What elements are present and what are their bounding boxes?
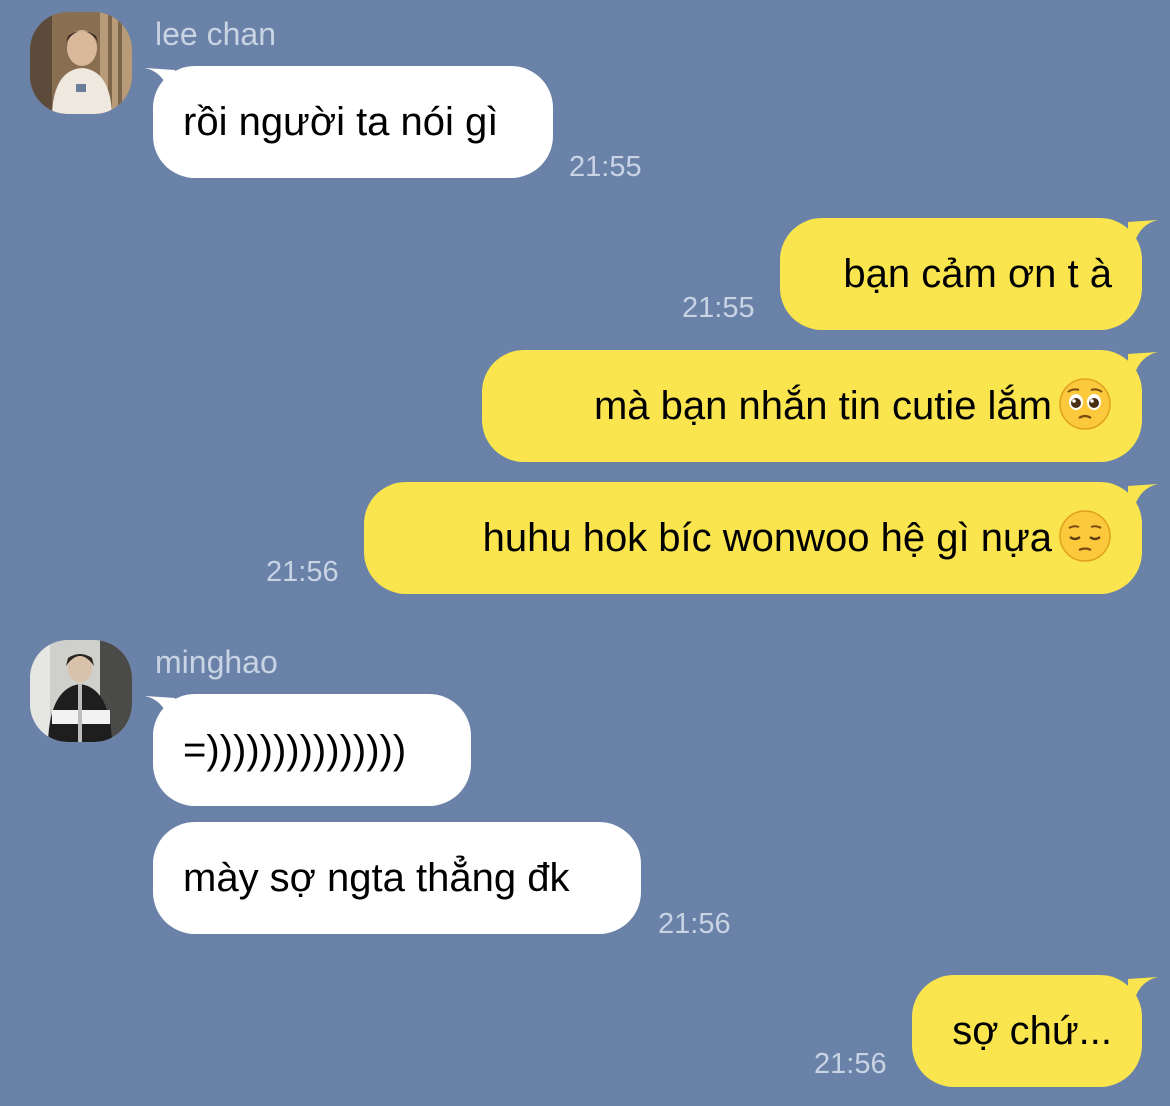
message-bubble[interactable]: sợ chứ... [912,975,1142,1087]
message-bubble[interactable]: mày sợ ngta thẳng đk [153,822,641,934]
message-bubble[interactable]: =))))))))))))))) [153,694,471,806]
message-bubble[interactable]: mà bạn nhắn tin cutie lắm [482,350,1142,462]
message-text: rồi người ta nói gì [183,100,499,144]
pleading-face-icon [1059,378,1111,431]
message-timestamp: 21:55 [682,292,755,324]
message-bubble[interactable]: bạn cảm ơn t à [780,218,1142,330]
bubble-tail [1128,977,1158,1005]
avatar-lee-chan-image [30,12,132,114]
message-text: bạn cảm ơn t à [843,252,1112,296]
bubble-tail [1128,484,1158,512]
message-bubble[interactable]: huhu hok bíc wonwoo hệ gì nựa [364,482,1142,594]
avatar-lee-chan[interactable] [30,12,132,114]
pensive-face-icon [1059,510,1111,563]
message-text: huhu hok bíc wonwoo hệ gì nựa [482,516,1052,560]
bubble-tail [1128,352,1158,380]
avatar-minghao-image [30,640,132,742]
message-text: sợ chứ... [952,1009,1112,1053]
sender-name: minghao [155,644,278,680]
message-timestamp: 21:56 [266,556,339,588]
message-timestamp: 21:55 [569,151,642,183]
bubble-tail [1128,220,1158,248]
message-timestamp: 21:56 [814,1048,887,1080]
sender-name: lee chan [155,16,276,52]
message-text: mà bạn nhắn tin cutie lắm [593,384,1052,428]
avatar-minghao[interactable] [30,640,132,742]
message-timestamp: 21:56 [658,908,731,940]
message-bubble[interactable]: rồi người ta nói gì [153,66,553,178]
message-text: =))))))))))))))) [183,728,407,772]
message-text: mày sợ ngta thẳng đk [183,856,570,900]
